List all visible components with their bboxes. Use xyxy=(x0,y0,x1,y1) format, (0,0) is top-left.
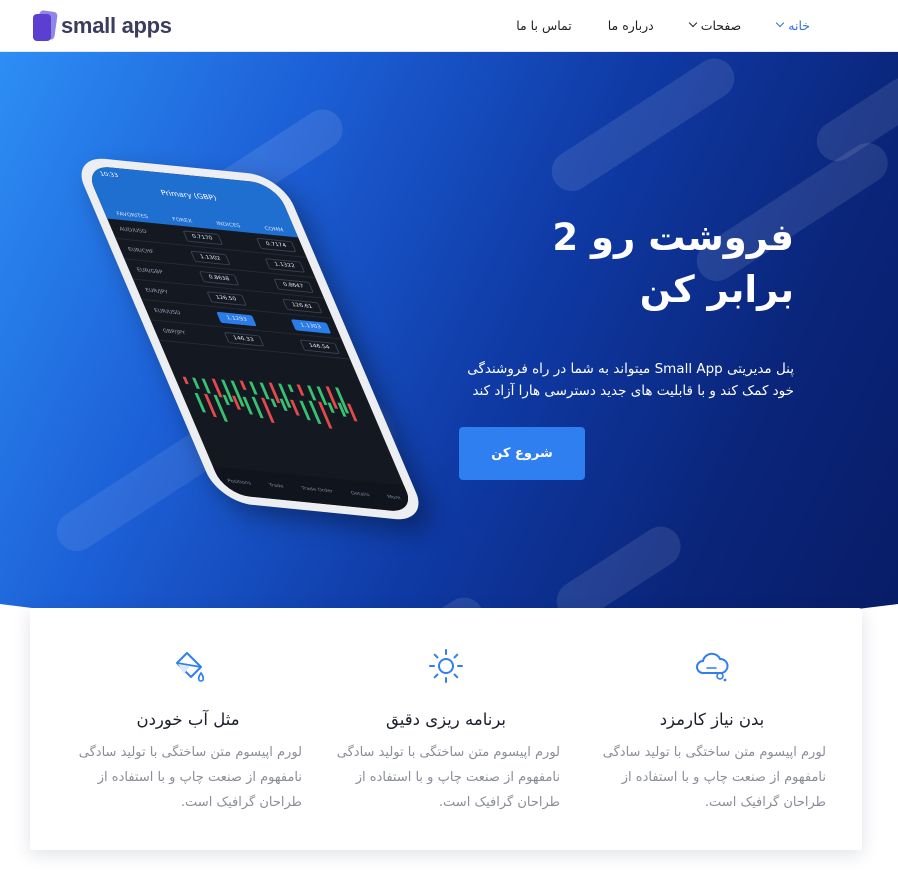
nav-item-pages[interactable]: صفحات xyxy=(688,16,742,34)
nav-item-label: تماس با ما xyxy=(516,17,572,33)
candle-mark xyxy=(201,378,212,394)
phone-time: 10:33 xyxy=(98,170,120,180)
phone-tab: COMM xyxy=(263,226,285,234)
candlestick-chart xyxy=(179,367,381,449)
feature-description: لورم اپیسوم متن ساختگی با تولید سادگی نا… xyxy=(602,745,826,810)
phone-bottom-bar: Positions Trade Trade Order Details More xyxy=(212,466,416,514)
quote-bid: 0.8638 xyxy=(198,270,240,286)
phone-header-title: Primary (GBP) xyxy=(159,188,219,203)
quote-ask: 126.61 xyxy=(281,298,323,313)
feature-title: مثل آب خوردن xyxy=(136,710,240,729)
logo-text: small apps xyxy=(61,13,172,38)
quote-pair: AUD/USD xyxy=(118,226,148,235)
nav-item-about[interactable]: درباره ما xyxy=(608,16,654,34)
quote-ask: 1.1303 xyxy=(290,318,332,334)
hero-section: 10:33 Primary (GBP) FAVORITES FOREX INDI… xyxy=(0,52,898,652)
feature-description: لورم اپیسوم متن ساختگی با تولید سادگی نا… xyxy=(336,745,560,810)
quote-ask: 0.7174 xyxy=(255,237,297,252)
main-menu: خانه صفحات درباره ما تماس با ما xyxy=(480,16,810,34)
feature-item: بدن نیاز کارمزد لورم اپیسوم متن ساختگی ب… xyxy=(592,608,832,850)
feature-item: مثل آب خوردن لورم اپیسوم متن ساختگی با ت… xyxy=(68,608,308,850)
quote-ask: 0.8647 xyxy=(273,277,314,293)
phone-footer-item: Details xyxy=(350,490,371,499)
quote-pair: GBP/JPY xyxy=(161,328,187,336)
quote-bid: 146.33 xyxy=(223,331,264,347)
quote-bid: 1.1302 xyxy=(190,250,231,265)
paint-bucket-icon xyxy=(176,652,205,682)
decorative-streak xyxy=(544,52,743,199)
feature-title: بدن نیاز کارمزد xyxy=(659,710,765,729)
phone-footer-item: More xyxy=(386,494,402,502)
quote-bid: 126.50 xyxy=(205,290,247,306)
phone-tab: INDICES xyxy=(215,221,242,230)
quote-pair: EUR/USD xyxy=(153,307,182,316)
phone-footer-item: Trade xyxy=(268,482,285,490)
quote-bid: 1.1293 xyxy=(216,311,257,326)
stacked-cards-icon xyxy=(32,9,58,41)
candle-mark xyxy=(296,384,305,396)
quote-pair: EUR/JPY xyxy=(144,287,170,296)
quote-pair: EUR/CHF xyxy=(127,246,156,255)
phone-tab: FOREX xyxy=(171,216,194,225)
candle-mark xyxy=(306,385,317,401)
phone-footer-item: Positions xyxy=(226,478,253,487)
nav-item-label: خانه xyxy=(788,17,810,33)
features-card: بدن نیاز کارمزد لورم اپیسوم متن ساختگی ب… xyxy=(30,608,862,850)
hero-text: فروشت رو 2 برابر کن پنل مدیریتی Small Ap… xyxy=(454,212,794,402)
candle-mark xyxy=(182,376,189,385)
quote-bid: 0.7170 xyxy=(182,229,223,245)
nav-item-label: درباره ما xyxy=(607,17,654,33)
sun-icon xyxy=(429,649,463,683)
candle-mark xyxy=(239,380,247,391)
nav-item-home[interactable]: خانه xyxy=(776,16,810,34)
phone-screen: 10:33 Primary (GBP) FAVORITES FOREX INDI… xyxy=(84,164,416,514)
brand-logo[interactable]: small apps xyxy=(32,9,172,43)
hero-title: فروشت رو 2 برابر کن xyxy=(552,216,794,311)
quote-ask: 1.1322 xyxy=(264,257,305,273)
quote-pair: EUR/GBP xyxy=(135,266,164,276)
feature-item: برنامه ریزی دقیق لورم اپیسوم متن ساختگی … xyxy=(326,608,566,850)
chevron-down-icon xyxy=(688,18,697,28)
phone-mockup: 10:33 Primary (GBP) FAVORITES FOREX INDI… xyxy=(71,155,429,523)
get-started-button[interactable]: شروع کن xyxy=(459,427,585,480)
chevron-down-icon xyxy=(776,18,785,28)
phone-footer-item: Trade Order xyxy=(300,485,335,495)
nav-item-contact[interactable]: تماس با ما xyxy=(516,16,572,34)
candle-mark xyxy=(192,377,201,389)
cloud-icon xyxy=(696,652,729,682)
phone-tab: FAVORITES xyxy=(115,211,150,221)
hero-subtitle: پنل مدیریتی Small App میتواند به شما در … xyxy=(467,361,794,399)
candle-mark xyxy=(287,384,294,393)
feature-title: برنامه ریزی دقیق xyxy=(385,710,507,729)
quote-ask: 146.54 xyxy=(299,339,340,354)
top-navbar: small apps خانه صفحات درباره ما تماس با … xyxy=(0,0,898,52)
nav-item-label: صفحات xyxy=(700,17,742,33)
feature-description: لورم اپیسوم متن ساختگی با تولید سادگی نا… xyxy=(78,745,302,810)
candle-mark xyxy=(249,381,259,395)
